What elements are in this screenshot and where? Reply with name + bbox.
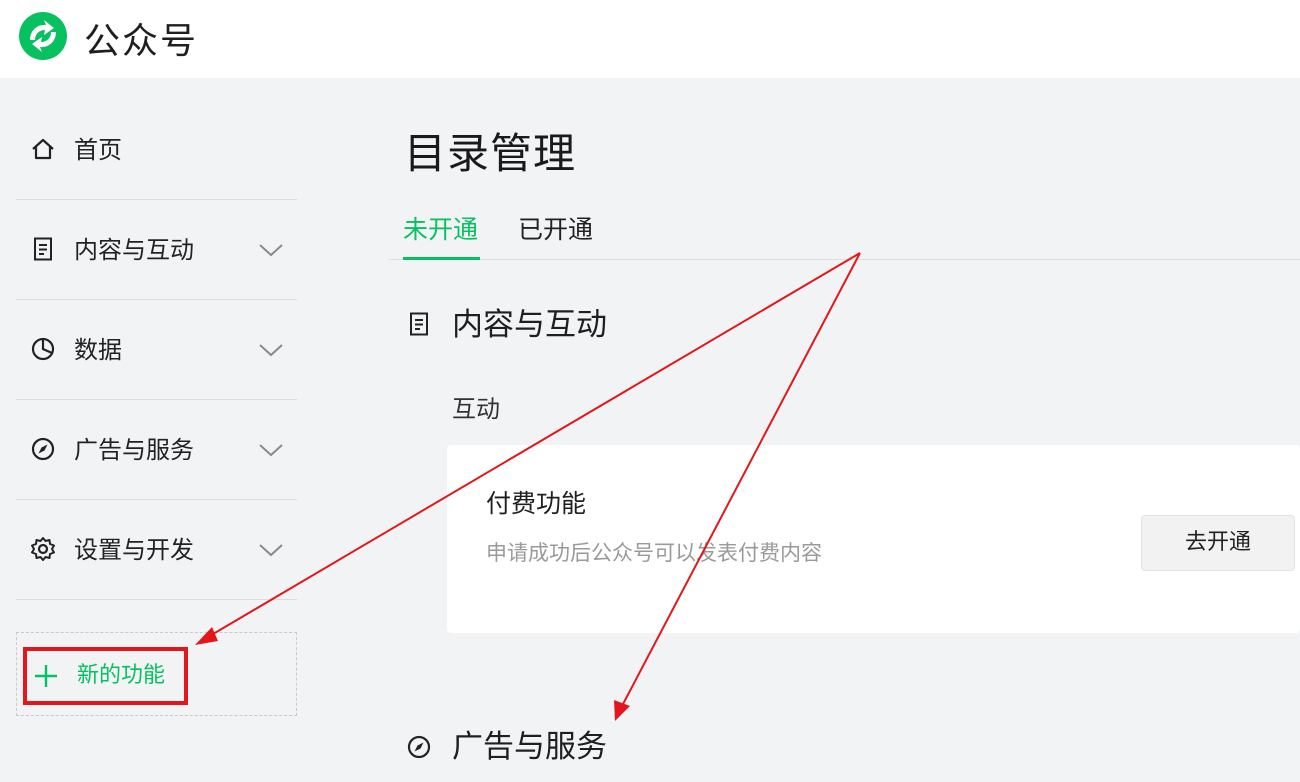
tab-not-activated[interactable]: 未开通 [403,214,478,246]
subsection-title: 互动 [452,395,500,423]
feature-card-description: 申请成功后公众号可以发表付费内容 [486,541,822,565]
section-title-content-interaction: 内容与互动 [452,307,607,343]
sidebar-item-label: 内容与互动 [74,235,194,264]
page-title: 目录管理 [404,129,577,178]
sidebar-item-label: 广告与服务 [74,435,194,464]
sidebar-item-ads-services[interactable]: 广告与服务 [16,400,297,500]
sidebar-item-home[interactable]: 首页 [16,100,297,200]
compass-icon [31,437,55,460]
document-icon [410,312,428,336]
pie-chart-icon [31,337,55,360]
chevron-down-icon[interactable] [258,442,284,458]
active-tab-indicator [403,257,480,260]
home-icon [32,138,54,159]
chevron-down-icon[interactable] [258,542,284,558]
activate-button[interactable]: 去开通 [1141,515,1295,571]
app-name: 公众号 [84,21,199,62]
plus-icon [35,665,57,687]
sidebar-item-label: 首页 [74,135,122,164]
new-feature-button[interactable]: 新的功能 [23,647,188,705]
annotation-arrowhead-down [614,700,630,721]
sidebar-item-settings-dev[interactable]: 设置与开发 [16,500,297,600]
new-feature-label: 新的功能 [77,663,166,688]
section-title-ads-services: 广告与服务 [452,729,607,765]
gear-icon [31,536,55,561]
sidebar-item-content-interaction[interactable]: 内容与互动 [16,200,297,300]
tab-activated[interactable]: 已开通 [518,214,593,246]
top-bar: 公众号 [0,0,1300,78]
document-icon [34,237,52,260]
sidebar-item-data[interactable]: 数据 [16,300,297,400]
tabs-divider [388,259,1300,260]
sidebar-item-label: 数据 [74,335,122,364]
feature-card-title: 付费功能 [486,489,587,518]
chevron-down-icon[interactable] [258,342,284,358]
sidebar-item-label: 设置与开发 [74,535,194,564]
wechat-official-account-logo-icon[interactable] [14,10,72,62]
compass-icon [407,735,431,759]
chevron-down-icon[interactable] [258,242,284,258]
